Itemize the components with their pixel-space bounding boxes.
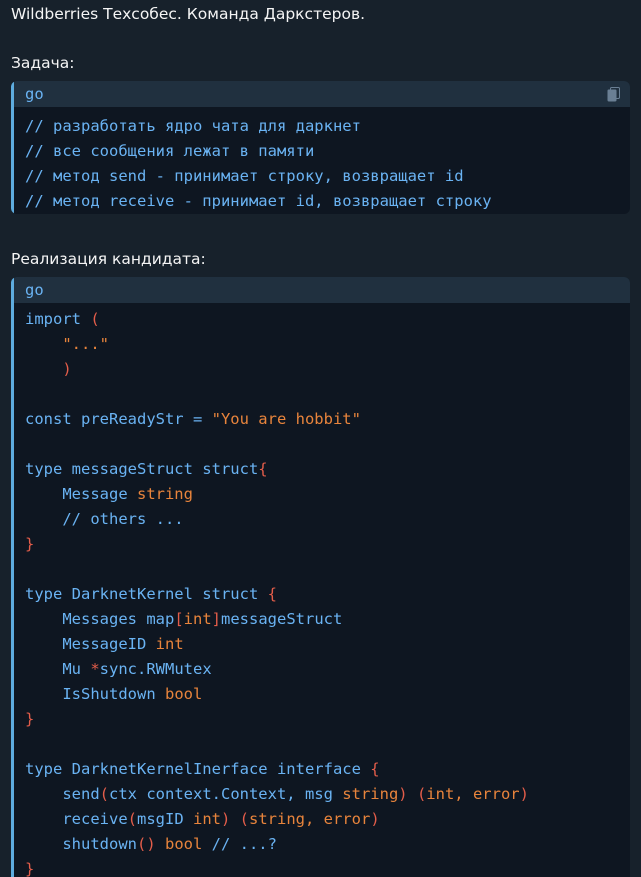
- code-token: Messages map: [25, 610, 175, 628]
- code-token: shutdown: [25, 835, 137, 853]
- code-token: const preReadyStr =: [25, 410, 212, 428]
- code-token: ): [370, 810, 380, 828]
- code-token: ): [25, 360, 72, 378]
- code-token: int: [193, 810, 221, 828]
- code-line: IsShutdown bool: [25, 682, 630, 707]
- code-token: string: [342, 785, 399, 803]
- code-token: // ...?: [202, 835, 277, 853]
- code-block-header: go: [11, 277, 630, 303]
- code-token: int, error: [426, 785, 520, 803]
- code-token: // метод send - принимает строку, возвра…: [25, 167, 464, 185]
- message-title: Wildberries Техсобес. Команда Даркстеров…: [11, 5, 366, 23]
- code-language-label: go: [25, 281, 44, 299]
- code-line: }: [25, 707, 630, 732]
- code-line: Mu *sync.RWMutex: [25, 657, 630, 682]
- code-token: // others ...: [25, 510, 184, 528]
- code-line: }: [25, 857, 630, 877]
- code-token: ): [519, 785, 529, 803]
- code-token: MessageID: [25, 635, 156, 653]
- code-token: type messageStruct struct: [25, 460, 259, 478]
- code-token: [: [174, 610, 184, 628]
- code-token: }: [25, 535, 35, 553]
- code-block-implementation[interactable]: go import ( "..." ) const preReadyStr = "…: [11, 277, 630, 877]
- code-line: "...": [25, 332, 630, 357]
- code-token: ]: [211, 610, 221, 628]
- code-line: // разработать ядро чата для даркнет: [25, 114, 630, 139]
- code-token: Mu: [25, 660, 91, 678]
- code-line: type messageStruct struct{: [25, 457, 630, 482]
- code-token: type DarknetKernel struct: [25, 585, 268, 603]
- code-line: const preReadyStr = "You are hobbit": [25, 407, 630, 432]
- chat-message: Wildberries Техсобес. Команда Даркстеров…: [0, 0, 641, 877]
- code-line: type DarknetKernel struct {: [25, 582, 630, 607]
- code-token: string, error: [249, 810, 371, 828]
- code-token: send: [25, 785, 100, 803]
- implementation-label: Реализация кандидата:: [11, 250, 206, 268]
- code-token: sync.RWMutex: [99, 660, 212, 678]
- code-line: }: [25, 532, 630, 557]
- code-line: // others ...: [25, 507, 630, 532]
- code-token: // разработать ядро чата для даркнет: [25, 117, 361, 135]
- code-line: receive(msgID int) (string, error): [25, 807, 630, 832]
- code-token: messageStruct: [221, 610, 343, 628]
- code-line: import (: [25, 307, 630, 332]
- code-token: int: [183, 610, 212, 628]
- code-token: string: [136, 485, 193, 503]
- code-line: type DarknetKernelInerface interface {: [25, 757, 630, 782]
- code-token: {: [258, 460, 268, 478]
- code-token: int: [155, 635, 184, 653]
- code-line: // метод send - принимает строку, возвра…: [25, 164, 630, 189]
- code-token: (: [90, 310, 100, 328]
- code-content[interactable]: // разработать ядро чата для даркнет // в…: [11, 107, 630, 214]
- code-block-task[interactable]: go // разработать ядро чата для даркнет /…: [11, 81, 630, 214]
- code-line: Message string: [25, 482, 630, 507]
- code-line: send(ctx context.Context, msg string) (i…: [25, 782, 630, 807]
- code-line: MessageID int: [25, 632, 630, 657]
- code-token: *: [90, 660, 100, 678]
- code-token: (: [99, 785, 109, 803]
- code-token: ) (: [221, 810, 249, 828]
- copy-icon[interactable]: [607, 87, 620, 102]
- code-token: // метод receive - принимает id, возвращ…: [25, 192, 492, 210]
- code-token: (: [127, 810, 137, 828]
- code-content[interactable]: import ( "..." ) const preReadyStr = "You…: [11, 303, 630, 877]
- code-line: // метод receive - принимает id, возвращ…: [25, 189, 630, 214]
- code-token: msgID: [137, 810, 193, 828]
- code-token: bool: [164, 835, 203, 853]
- code-token: "You are hobbit": [211, 410, 361, 428]
- task-label: Задача:: [11, 54, 75, 72]
- code-token: receive: [25, 810, 128, 828]
- code-token: ) (: [398, 785, 427, 803]
- code-line: Messages map[int]messageStruct: [25, 607, 630, 632]
- code-line: shutdown() bool // ...?: [25, 832, 630, 857]
- code-line: // все сообщения лежат в памяти: [25, 139, 630, 164]
- code-token: ctx context.Context, msg: [109, 785, 343, 803]
- code-token: bool: [164, 685, 203, 703]
- code-token: }: [25, 710, 35, 728]
- code-token: // все сообщения лежат в памяти: [25, 142, 315, 160]
- code-token: {: [267, 585, 277, 603]
- code-language-label: go: [25, 85, 44, 103]
- code-token: Message: [25, 485, 137, 503]
- code-token: {: [370, 760, 380, 778]
- code-token: (): [136, 835, 165, 853]
- code-token: IsShutdown: [25, 685, 165, 703]
- code-token: type DarknetKernelInerface interface: [25, 760, 371, 778]
- code-line: ): [25, 357, 630, 382]
- code-block-header: go: [11, 81, 630, 107]
- code-token: "...": [25, 335, 109, 353]
- code-token: import: [25, 310, 91, 328]
- code-token: }: [25, 860, 35, 877]
